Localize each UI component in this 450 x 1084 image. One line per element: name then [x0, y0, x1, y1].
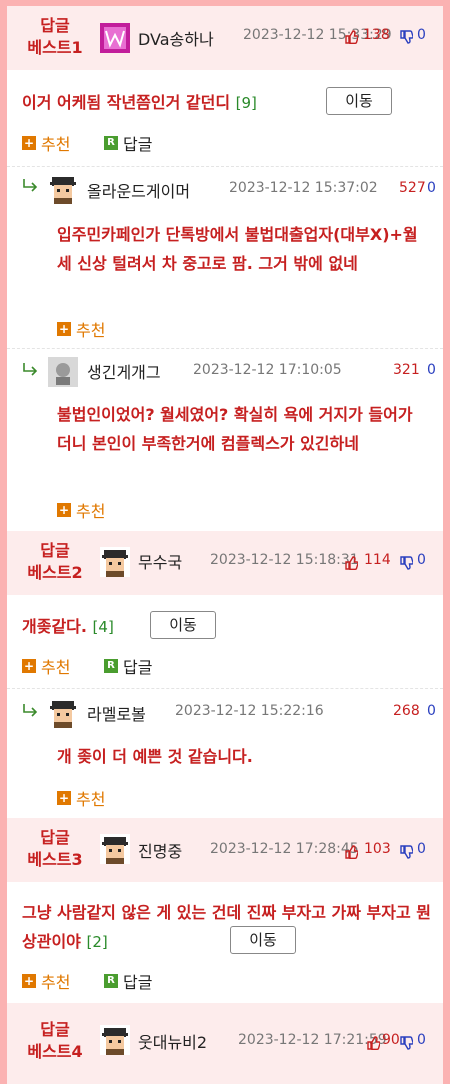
- divider: [7, 348, 443, 349]
- best-rank-label: 답글 베스트1: [27, 16, 83, 57]
- move-button[interactable]: 이동: [150, 611, 216, 639]
- thumbs-up-icon[interactable]: [366, 1036, 380, 1050]
- timestamp: 2023-12-12 15:37:02: [229, 180, 378, 196]
- plus-icon: +: [22, 974, 36, 988]
- downvote-count: 0: [427, 703, 436, 719]
- thumbs-down-icon[interactable]: [399, 556, 413, 570]
- downvote-count: 0: [427, 180, 436, 196]
- comment-text: 개좆같다. [4]: [22, 617, 114, 636]
- reply-button[interactable]: R 답글: [104, 131, 152, 155]
- best-comment-header: 답글 베스트3 진명중 2023-12-12 17:28:45 103 0: [7, 818, 443, 882]
- upvote-count: 90: [382, 1032, 400, 1048]
- avatar[interactable]: [100, 834, 130, 864]
- recommend-button[interactable]: + 추천: [57, 786, 105, 810]
- upvote-count: 103: [364, 841, 391, 857]
- recommend-button[interactable]: + 추천: [57, 317, 105, 341]
- timestamp: 2023-12-12 15:18:31: [210, 552, 359, 568]
- timestamp: 2023-12-12 17:28:45: [210, 841, 359, 857]
- reply-arrow-icon: [23, 362, 37, 376]
- downvote-count: 0: [417, 27, 426, 43]
- thumbs-up-icon[interactable]: [344, 556, 358, 570]
- recommend-button[interactable]: + 추천: [22, 969, 70, 993]
- recommend-button[interactable]: + 추천: [22, 654, 70, 678]
- timestamp: 2023-12-12 17:10:05: [193, 362, 342, 378]
- thumbs-down-icon[interactable]: [399, 1036, 413, 1050]
- reply-arrow-icon: [23, 178, 37, 192]
- divider: [7, 166, 443, 167]
- divider: [7, 688, 443, 689]
- reply-icon: R: [104, 659, 118, 673]
- plus-icon: +: [57, 322, 71, 336]
- upvote-count: 527: [399, 180, 426, 196]
- best-comment-header: 답글 베스트1 DVa송하나 2023-12-12 15:33:29 138 0: [7, 6, 443, 70]
- username[interactable]: 라멜로볼: [87, 701, 146, 725]
- reply-count: [9]: [235, 94, 257, 112]
- downvote-count: 0: [417, 841, 426, 857]
- avatar[interactable]: [48, 174, 78, 204]
- username[interactable]: 진명중: [138, 838, 182, 862]
- reply-button[interactable]: R 답글: [104, 969, 152, 993]
- plus-icon: +: [22, 136, 36, 150]
- plus-icon: +: [57, 503, 71, 517]
- username[interactable]: 생긴게개그: [87, 359, 161, 383]
- upvote-count: 138: [363, 27, 390, 43]
- plus-icon: +: [22, 659, 36, 673]
- upvote-count: 114: [364, 552, 391, 568]
- comment-text: 이거 어케됨 작년쯤인거 같던디 [9]: [22, 93, 257, 112]
- avatar[interactable]: [100, 1025, 130, 1055]
- thumbs-up-icon[interactable]: [344, 30, 358, 44]
- timestamp: 2023-12-12 17:21:59: [238, 1032, 387, 1048]
- timestamp: 2023-12-12 15:22:16: [175, 703, 324, 719]
- comment-text: 입주민카페인가 단톡방에서 불법대출업자(대부X)+월세 신상 털려서 차 중고…: [57, 225, 418, 273]
- avatar[interactable]: [100, 547, 130, 577]
- plus-icon: +: [57, 791, 71, 805]
- username[interactable]: DVa송하나: [138, 26, 214, 50]
- best-rank-label: 답글 베스트2: [27, 541, 83, 582]
- comment-text: 개 좆이 더 예쁜 것 같습니다.: [57, 747, 253, 766]
- comment-text: 불법인이었어? 월세였어? 확실히 욕에 거지가 들어가더니 본인이 부족한거에…: [57, 405, 413, 453]
- best-comment-header: 답글 베스트2 무수국 2023-12-12 15:18:31 114 0: [7, 531, 443, 595]
- username[interactable]: 올라운드게이머: [87, 178, 190, 202]
- recommend-button[interactable]: + 추천: [57, 498, 105, 522]
- avatar[interactable]: [48, 357, 78, 387]
- downvote-count: 0: [417, 1032, 426, 1048]
- upvote-count: 321: [393, 362, 420, 378]
- comment-panel: 답글 베스트1 DVa송하나 2023-12-12 15:33:29 138 0…: [7, 6, 443, 1084]
- avatar[interactable]: [48, 698, 78, 728]
- move-button[interactable]: 이동: [326, 87, 392, 115]
- best-rank-label: 답글 베스트4: [27, 1020, 83, 1061]
- thumbs-down-icon[interactable]: [399, 845, 413, 859]
- reply-arrow-icon: [23, 703, 37, 717]
- recommend-button[interactable]: + 추천: [22, 131, 70, 155]
- thumbs-up-icon[interactable]: [344, 845, 358, 859]
- reply-button[interactable]: R 답글: [104, 654, 152, 678]
- downvote-count: 0: [427, 362, 436, 378]
- move-button[interactable]: 이동: [230, 926, 296, 954]
- reply-count: [2]: [86, 933, 108, 951]
- thumbs-down-icon[interactable]: [399, 30, 413, 44]
- username[interactable]: 무수국: [138, 549, 182, 573]
- downvote-count: 0: [417, 552, 426, 568]
- best-rank-label: 답글 베스트3: [27, 828, 83, 869]
- reply-icon: R: [104, 136, 118, 150]
- avatar[interactable]: [100, 23, 130, 53]
- reply-icon: R: [104, 974, 118, 988]
- reply-count: [4]: [92, 618, 114, 636]
- best-comment-header: 답글 베스트4 웃대뉴비2 2023-12-12 17:21:59 90 0: [7, 1003, 443, 1084]
- username[interactable]: 웃대뉴비2: [138, 1029, 207, 1053]
- upvote-count: 268: [393, 703, 420, 719]
